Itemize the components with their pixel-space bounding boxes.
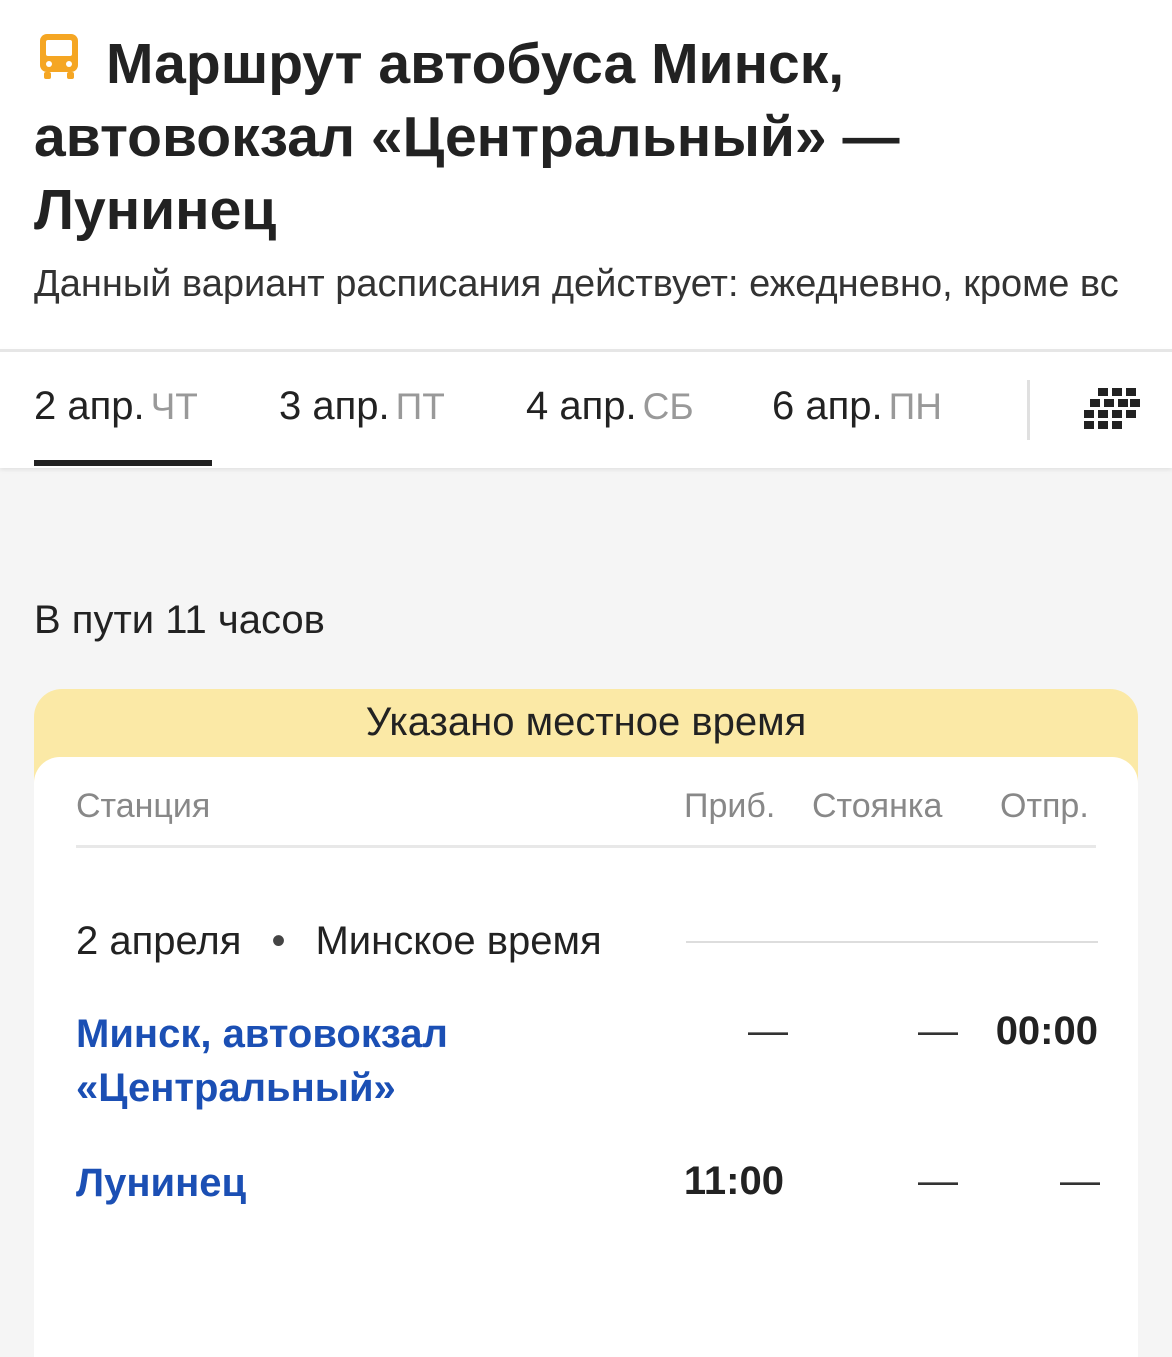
date-label: 2 апреля [76,919,242,963]
calendar-grid-icon[interactable] [1084,388,1140,430]
column-arrival: Приб. [684,787,776,825]
column-stop: Стоянка [812,787,943,825]
date-tabs: 2 апр. ЧТ 3 апр. ПТ 4 апр. СБ 6 апр. ПН [0,349,1172,468]
tab-date-2[interactable]: 3 апр. ПТ [279,384,445,429]
date-divider [686,941,1098,943]
bus-icon [40,34,78,79]
header-divider [76,845,1096,848]
column-station: Станция [76,787,211,825]
tab-weekday: ПН [888,386,942,427]
arrival-cell: — [748,1009,788,1053]
active-tab-indicator [34,460,212,466]
tab-date-1[interactable]: 2 апр. ЧТ [34,384,198,429]
trip-duration: В пути 11 часов [34,598,325,642]
column-departure: Отпр. [1000,787,1089,825]
stop-cell: — [918,1009,958,1053]
tab-weekday: СБ [642,386,694,427]
station-link-luninets[interactable]: Лунинец [76,1156,246,1210]
departure-cell: 00:00 [995,1009,1098,1053]
tabs-divider [1027,380,1030,440]
local-time-notice: Указано местное время [365,700,807,744]
page-title: Маршрут автобуса Минск, автовокзал «Цент… [34,32,900,242]
station-link-minsk[interactable]: Минск, автовокзал «Центральный» [76,1007,596,1115]
tab-date-label: 3 апр. [279,384,390,428]
separator-dot: • [271,919,286,963]
timezone-label: Минское время [315,919,602,963]
tab-date-4[interactable]: 6 апр. ПН [772,384,942,429]
departure-cell: — [1060,1159,1100,1203]
header: Маршрут автобуса Минск, автовокзал «Цент… [0,0,1172,349]
schedule-card: Указано местное время Станция Приб. Стоя… [34,689,1138,1357]
arrival-cell: 11:00 [683,1159,784,1203]
tab-date-label: 2 апр. [34,384,145,428]
stop-cell: — [918,1159,958,1203]
tab-weekday: ЧТ [150,386,198,427]
schedule-table: Станция Приб. Стоянка Отпр. 2 апреля • Мин… [34,757,1138,1357]
tab-date-3[interactable]: 4 апр. СБ [526,384,694,429]
tab-date-label: 6 апр. [772,384,883,428]
schedule-validity: Данный вариант расписания действует: еже… [34,263,1119,305]
tab-date-label: 4 апр. [526,384,637,428]
title-row: Маршрут автобуса Минск, автовокзал «Цент… [34,28,1138,247]
tab-weekday: ПТ [395,386,445,427]
date-group-header: 2 апреля • Минское время [76,919,602,964]
